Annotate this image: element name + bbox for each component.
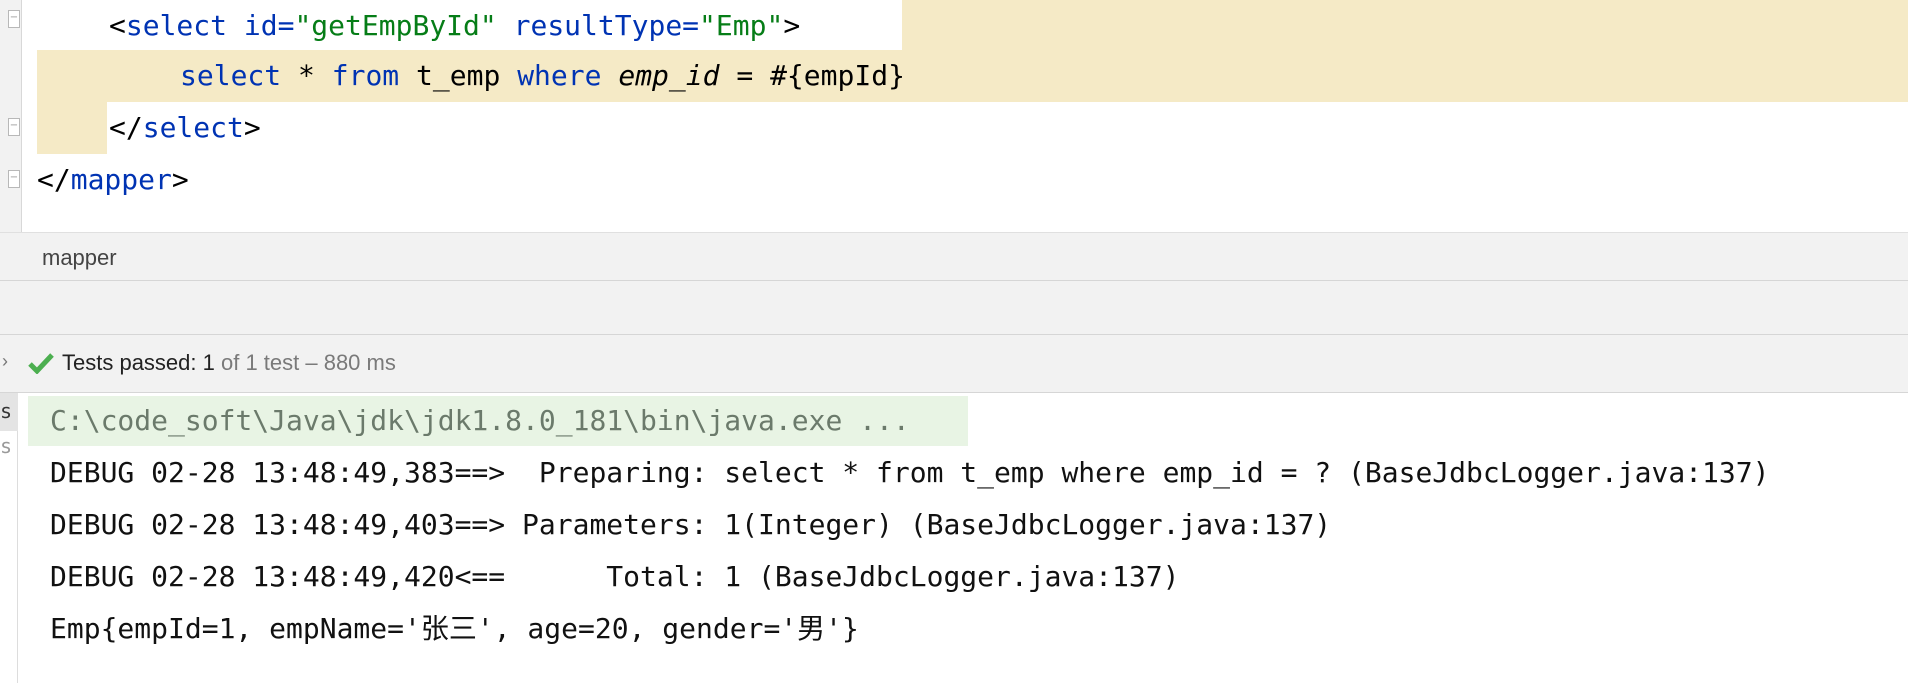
code-line-4: </mapper> xyxy=(37,163,189,196)
console-line: DEBUG 02-28 13:48:49,403==> Parameters: … xyxy=(50,508,1332,541)
side-tab[interactable]: s xyxy=(0,431,18,461)
fold-icon[interactable]: − xyxy=(8,170,20,188)
breadcrumb: mapper xyxy=(0,232,1908,281)
tool-window-toolbar xyxy=(0,281,1908,335)
test-status-text: Tests passed: 1 of 1 test – 880 ms xyxy=(62,350,396,375)
line-highlight xyxy=(37,102,107,154)
editor-gutter xyxy=(0,0,22,232)
line-highlight xyxy=(902,0,1908,50)
code-editor[interactable]: − − − <select id="getEmpById" resultType… xyxy=(0,0,1908,232)
check-icon xyxy=(28,353,54,374)
console-line: DEBUG 02-28 13:48:49,420<== Total: 1 (Ba… xyxy=(50,560,1180,593)
console-line: DEBUG 02-28 13:48:49,383==> Preparing: s… xyxy=(50,456,1770,489)
breadcrumb-item[interactable]: mapper xyxy=(42,245,117,271)
fold-icon[interactable]: − xyxy=(8,10,20,28)
side-tab[interactable]: s xyxy=(0,393,18,431)
fold-icon[interactable]: − xyxy=(8,118,20,136)
console-line: Emp{empId=1, empName='张三', age=20, gende… xyxy=(50,612,859,645)
console-output[interactable]: s s C:\code_soft\Java\jdk\jdk1.8.0_181\b… xyxy=(0,393,1908,683)
code-line-2: select * from t_emp where emp_id = #{emp… xyxy=(180,59,905,92)
test-status-bar: › Tests passed: 1 of 1 test – 880 ms xyxy=(0,335,1908,393)
code-line-3: </select> xyxy=(109,111,261,144)
code-line-1: <select id="getEmpById" resultType="Emp"… xyxy=(109,9,801,42)
console-line: C:\code_soft\Java\jdk\jdk1.8.0_181\bin\j… xyxy=(50,404,910,437)
side-tabs: s s xyxy=(0,393,18,683)
chevron-right-icon[interactable]: › xyxy=(2,351,8,372)
